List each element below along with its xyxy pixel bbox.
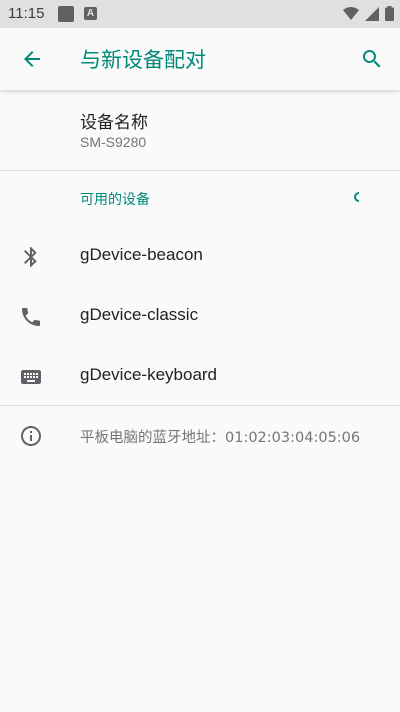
search-icon[interactable] (360, 47, 384, 71)
divider (0, 405, 400, 406)
available-devices-header: 可用的设备 (80, 192, 150, 208)
a-icon: A (84, 7, 97, 20)
device-row-classic[interactable]: gDevice-classic (0, 287, 400, 347)
wifi-icon (343, 6, 359, 20)
progress-spinner-icon (354, 192, 360, 202)
device-label: gDevice-beacon (80, 245, 203, 264)
device-name-setting[interactable]: 设备名称 SM-S9280 (0, 90, 400, 170)
notification-square-icon (58, 6, 74, 22)
battery-icon (385, 6, 394, 21)
device-name-value: SM-S9280 (80, 134, 147, 150)
device-row-beacon[interactable]: gDevice-beacon (0, 227, 400, 287)
status-time: 11:15 (8, 5, 45, 22)
keyboard-icon (21, 370, 41, 384)
page-title: 与新设备配对 (80, 48, 206, 72)
device-row-keyboard[interactable]: gDevice-keyboard (0, 347, 400, 407)
bluetooth-address-info: 平板电脑的蓝牙地址：01:02:03:04:05:06 (0, 410, 400, 462)
bluetooth-icon (24, 247, 37, 267)
bluetooth-address-text: 平板电脑的蓝牙地址：01:02:03:04:05:06 (80, 430, 361, 446)
status-right-icons (343, 6, 394, 21)
device-label: gDevice-classic (80, 305, 199, 324)
status-bar: 11:15 A (0, 0, 400, 28)
signal-icon (365, 6, 379, 21)
phone-icon (22, 308, 40, 326)
info-icon (21, 426, 41, 446)
divider (0, 170, 400, 171)
back-arrow-icon[interactable] (20, 47, 44, 71)
device-name-label: 设备名称 (80, 113, 148, 133)
device-label: gDevice-keyboard (80, 365, 218, 384)
app-bar: 与新设备配对 (0, 28, 400, 90)
